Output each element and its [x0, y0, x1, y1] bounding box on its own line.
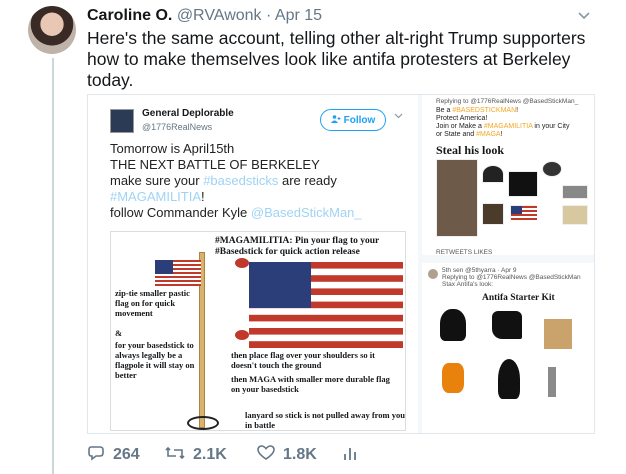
boots-item — [492, 311, 522, 339]
text-segment: ! — [516, 107, 519, 114]
analytics-icon[interactable] — [343, 445, 357, 466]
hoodie-item — [508, 171, 538, 197]
retweet-count: 2.1K — [193, 446, 227, 463]
reply-sub: Stax Antifa's look: — [442, 281, 494, 288]
person-photo — [436, 159, 478, 237]
text-segment: ! — [500, 131, 503, 138]
text-segment: ! — [201, 189, 205, 204]
reply-icon[interactable] — [87, 445, 105, 466]
large-us-flag — [249, 262, 403, 348]
replier-avatar — [428, 269, 438, 279]
embedded-handle: @1776RealNews — [142, 122, 213, 132]
text-segment: Join or Make a — [436, 123, 484, 130]
clip-bottom — [235, 330, 249, 340]
attached-image[interactable]: General Deplorable @1776RealNews Follow … — [87, 94, 595, 434]
embedded-name: General Deplorable — [142, 108, 234, 119]
poster-title: #MAGAMILITIA: Pin your flag to your #Bas… — [215, 236, 380, 257]
reply-action[interactable]: 264 — [87, 445, 165, 466]
tweet-header: Caroline O. @RVAwonk · Apr 15 — [87, 6, 322, 26]
text-segment: make sure your — [110, 173, 204, 188]
embedded-line-5: follow Commander Kyle @BasedStickMan_ — [110, 205, 410, 221]
reply-line-4: or State and #MAGA! — [436, 130, 503, 139]
hashtag-maga: #MAGA — [476, 131, 501, 138]
note-legal: for your basedstick to always legally be… — [115, 340, 195, 380]
author-avatar[interactable] — [28, 6, 76, 54]
tweet-actions: 264 2.1K 1.8K — [87, 441, 607, 469]
text-segment: Be a — [436, 107, 453, 114]
like-action[interactable]: 1.8K — [257, 444, 343, 466]
note-lanyard: lanyard so stick is not pulled away from… — [245, 410, 405, 430]
stick-item — [562, 205, 588, 225]
text-segment: in your City — [532, 123, 570, 130]
chevron-down-icon[interactable] — [578, 8, 590, 23]
lanyard-loop — [187, 416, 219, 430]
hashtag-basedstickman: #BASEDSTICKMAN — [452, 107, 517, 114]
embedded-tweet: General Deplorable @1776RealNews Follow … — [88, 95, 418, 433]
steal-his-look-title: Steal his look — [436, 143, 505, 157]
embedded-avatar — [110, 109, 134, 133]
reply-antifa-starter-kit: 5th sen @5thyarra · Apr 9 Replying to @1… — [422, 263, 594, 433]
tweet-text: Here's the same account, telling other a… — [87, 28, 586, 90]
gloves-item — [482, 203, 504, 225]
retweet-action[interactable]: 2.1K — [165, 445, 257, 466]
starter-kit-title: Antifa Starter Kit — [482, 293, 555, 303]
thread-line — [52, 58, 54, 474]
follow-label: Follow — [343, 114, 376, 126]
reply-steal-his-look: Replying to @1776RealNews @BasedStickMan… — [422, 95, 594, 256]
hashtag-magamilitia: #MAGAMILITIA — [110, 189, 202, 204]
fire-item — [442, 363, 464, 393]
reply-context: Replying to @1776RealNews @BasedStickMan… — [436, 98, 579, 105]
analytics-action[interactable] — [343, 445, 357, 466]
text-segment: follow Commander Kyle — [110, 205, 251, 220]
retweets-likes-label: RETWEETS LIKES — [436, 249, 493, 256]
add-user-icon — [330, 114, 341, 126]
hashtag-basedsticks: #basedsticks — [203, 173, 279, 188]
mask-item — [542, 161, 562, 177]
note-shoulders: then place flag over your shoulders so i… — [231, 350, 375, 370]
heart-icon[interactable] — [257, 444, 275, 466]
text-segment: or State and — [436, 131, 477, 138]
separator-dot: · — [266, 7, 272, 24]
embedded-line-3: make sure your #basedsticks are ready — [110, 173, 410, 189]
flag-item — [510, 205, 537, 222]
like-count: 1.8K — [283, 446, 317, 463]
embedded-text: Tomorrow is April15th THE NEXT BATTLE OF… — [110, 141, 410, 221]
balaclava-item — [440, 309, 466, 341]
note-ampersand: & — [115, 328, 123, 338]
text-segment: are ready — [278, 173, 337, 188]
embedded-chevron-icon — [394, 111, 403, 122]
tweet-date[interactable]: Apr 15 — [275, 7, 322, 24]
lock-item — [548, 367, 556, 397]
reply-count: 264 — [113, 446, 140, 463]
helmet-item — [482, 165, 504, 183]
retweet-icon[interactable] — [165, 445, 185, 466]
embedded-line-2: THE NEXT BATTLE OF BERKELEY — [110, 157, 320, 172]
follow-button: Follow — [320, 109, 386, 131]
goggles-item — [562, 185, 588, 199]
small-us-flag — [155, 260, 201, 286]
mention-basedstickman: @BasedStickMan_ — [250, 205, 362, 220]
note-maga: then MAGA with smaller more durable flag… — [231, 374, 390, 394]
note-ziptie: zip-tie smaller pastic flag on for quick… — [115, 288, 190, 318]
embedded-line-4: #MAGAMILITIA! — [110, 189, 410, 205]
embedded-line-1: Tomorrow is April15th — [110, 141, 235, 156]
hashtag-magamilitia: #MAGAMILITIA — [483, 123, 533, 130]
paper-bag-item — [544, 319, 572, 349]
black-object-item — [498, 359, 520, 399]
clip-top — [235, 258, 249, 268]
author-name[interactable]: Caroline O. — [87, 7, 172, 24]
author-handle[interactable]: @RVAwonk — [177, 7, 262, 24]
flag-instructions-poster: #MAGAMILITIA: Pin your flag to your #Bas… — [110, 231, 406, 431]
